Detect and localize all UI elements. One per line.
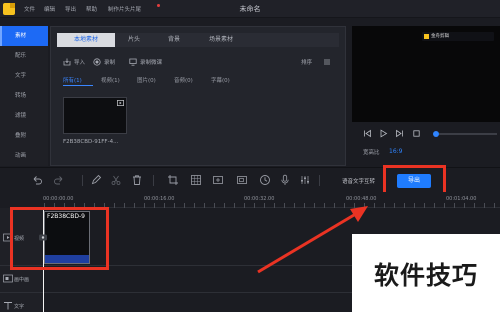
ruler-time-label: 00:01:04.00 — [446, 196, 477, 202]
sidebar-item-animation[interactable]: 动画 — [0, 146, 48, 166]
video-type-icon — [117, 100, 124, 106]
watermark-text: 金舟剪辑 — [431, 34, 449, 39]
import-button[interactable]: 导入 — [63, 57, 85, 67]
sidebar-item-music[interactable]: 配乐 — [0, 46, 48, 66]
record-lesson-button[interactable]: 录制微课 — [129, 57, 162, 67]
lesson-record-icon — [129, 58, 137, 66]
tab-local-media[interactable]: 本地素材 — [57, 33, 115, 47]
media-library-panel: 本地素材 片头 背景 场景素材 导入 录制 录制微课 排序 所有(1) 视频(1… — [50, 26, 346, 166]
picture-in-picture-icon[interactable] — [236, 174, 248, 186]
sort-label[interactable]: 排序 — [301, 58, 312, 66]
play-icon[interactable] — [379, 129, 388, 138]
toolbar-separator — [319, 175, 320, 186]
site-watermark: 软件技巧 — [352, 234, 500, 312]
tab-intro[interactable]: 片头 — [119, 33, 149, 47]
filter-image[interactable]: 图片(0) — [137, 76, 156, 84]
ruler-time-label: 00:00:48.00 — [346, 196, 377, 202]
sidebar-item-overlay[interactable]: 叠附 — [0, 126, 48, 146]
mosaic-icon[interactable] — [190, 174, 202, 186]
undo-icon[interactable] — [31, 174, 43, 186]
freeze-frame-icon[interactable] — [212, 174, 224, 186]
redo-icon[interactable] — [53, 174, 65, 186]
record-icon — [93, 58, 101, 66]
delete-icon[interactable] — [131, 174, 143, 186]
sidebar-item-media[interactable]: 素材 — [0, 26, 48, 46]
document-title: 未命名 — [239, 5, 261, 13]
record-lesson-label: 录制微课 — [140, 60, 163, 66]
pip-track-icon — [3, 274, 13, 283]
pip-track-label: 画中画 — [14, 277, 30, 283]
sort-menu-icon[interactable] — [323, 58, 331, 66]
scissors-icon[interactable] — [110, 174, 122, 186]
ruler-time-label: 00:00:00.00 — [43, 196, 74, 202]
stop-icon[interactable] — [412, 129, 421, 138]
next-frame-icon[interactable] — [395, 129, 404, 138]
tab-scene-media[interactable]: 场景素材 — [199, 33, 243, 47]
sidebar-item-transition[interactable]: 转场 — [0, 86, 48, 106]
media-clip-name: F2B38CBD-91FF-4... — [63, 139, 119, 145]
filter-audio[interactable]: 音频(0) — [174, 76, 193, 84]
speech-to-text-button[interactable]: 语音文字互转 — [342, 177, 375, 185]
category-sidebar: 素材 配乐 文字 转场 滤镜 叠附 动画 — [0, 26, 48, 166]
duration-clock-icon[interactable] — [259, 174, 271, 186]
prev-frame-icon[interactable] — [363, 129, 372, 138]
crop-icon[interactable] — [167, 174, 179, 186]
toolbar-separator — [153, 175, 154, 186]
microphone-icon[interactable] — [279, 174, 291, 186]
sidebar-item-text[interactable]: 文字 — [0, 66, 48, 86]
site-watermark-text: 软件技巧 — [373, 261, 478, 290]
pen-edit-icon[interactable] — [90, 174, 102, 186]
toolbar-separator — [82, 175, 83, 186]
aspect-ratio-label: 宽高比 — [363, 150, 380, 156]
sidebar-item-filter[interactable]: 滤镜 — [0, 106, 48, 126]
timeline-ruler[interactable]: 00:00:00.00 00:00:16.00 00:00:32.00 00:0… — [43, 192, 500, 208]
active-filter-underline — [63, 85, 93, 86]
import-label: 导入 — [74, 60, 86, 66]
watermark-logo-icon — [424, 34, 429, 39]
preview-watermark: 金舟剪辑 — [422, 32, 494, 41]
tab-background[interactable]: 背景 — [159, 33, 189, 47]
filter-video[interactable]: 视频(1) — [101, 76, 120, 84]
aspect-ratio-select[interactable]: 16:9 — [389, 148, 402, 155]
filter-subtitle[interactable]: 字幕(0) — [211, 76, 230, 84]
media-clip-thumbnail[interactable] — [63, 97, 127, 134]
record-button[interactable]: 录制 — [93, 57, 115, 67]
import-icon — [63, 58, 71, 66]
filter-all[interactable]: 所有(1) — [63, 76, 82, 84]
media-tab-bar: 本地素材 片头 背景 场景素材 — [57, 33, 339, 47]
clip-annotation-box — [10, 207, 109, 270]
audio-settings-icon[interactable] — [299, 174, 311, 186]
ruler-time-label: 00:00:32.00 — [244, 196, 275, 202]
text-track-label: 文字 — [14, 304, 25, 310]
track-separator — [0, 292, 44, 293]
record-label: 录制 — [104, 60, 116, 66]
text-track-icon — [4, 302, 12, 310]
ruler-time-label: 00:00:16.00 — [144, 196, 175, 202]
playback-progress-track[interactable] — [439, 133, 497, 135]
